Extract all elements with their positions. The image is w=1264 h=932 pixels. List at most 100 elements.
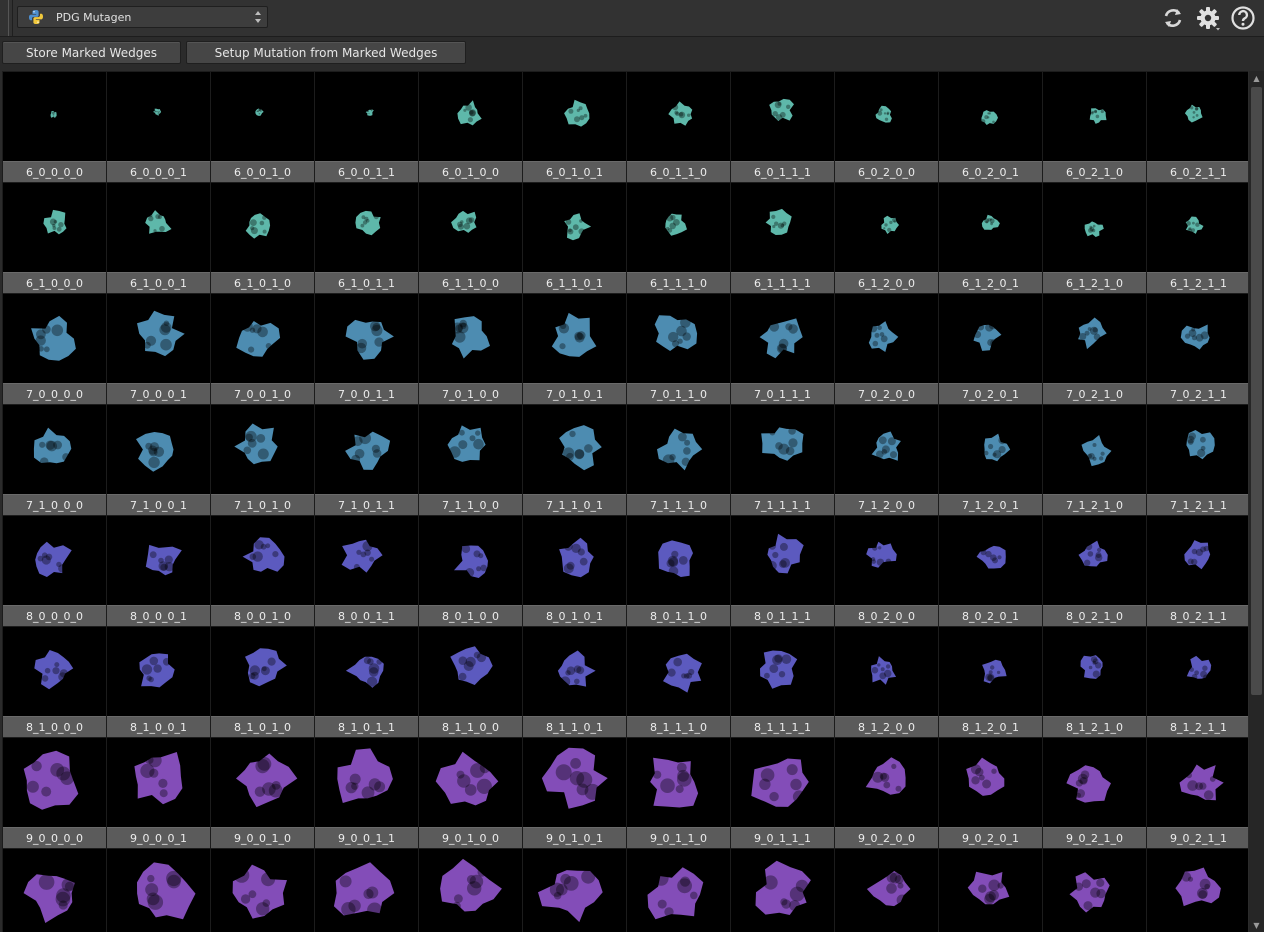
wedge-cell[interactable]: 6_1_1_1_0 bbox=[627, 183, 730, 293]
wedge-cell[interactable]: 7_1_2_1_1 bbox=[1147, 405, 1248, 515]
wedge-cell[interactable]: 8_0_1_1_0 bbox=[627, 516, 730, 626]
wedge-cell[interactable]: 7_0_0_0_0 bbox=[3, 294, 106, 404]
wedge-cell[interactable]: 7_0_1_1_1 bbox=[731, 294, 834, 404]
wedge-cell[interactable]: 8_0_1_0_0 bbox=[419, 516, 522, 626]
wedge-cell[interactable]: 8_1_2_1_1 bbox=[1147, 627, 1248, 737]
wedge-cell[interactable]: 7_1_1_0_0 bbox=[419, 405, 522, 515]
wedge-cell[interactable]: 9_0_2_1_0 bbox=[1043, 738, 1146, 848]
wedge-cell[interactable]: 7_0_1_0_1 bbox=[523, 294, 626, 404]
wedge-cell[interactable]: 9_0_1_0_1 bbox=[523, 738, 626, 848]
wedge-cell[interactable]: 9_0_0_1_1 bbox=[315, 738, 418, 848]
wedge-cell[interactable]: 9_1_2_0_0 bbox=[835, 849, 938, 932]
wedge-cell[interactable]: 9_1_1_1_0 bbox=[627, 849, 730, 932]
wedge-cell[interactable]: 6_0_2_0_0 bbox=[835, 72, 938, 182]
wedge-cell[interactable]: 6_0_0_1_0 bbox=[211, 72, 314, 182]
wedge-cell[interactable]: 7_1_1_0_1 bbox=[523, 405, 626, 515]
wedge-cell[interactable]: 6_1_2_0_0 bbox=[835, 183, 938, 293]
pane-grip[interactable] bbox=[8, 0, 13, 36]
wedge-cell[interactable]: 6_1_1_0_1 bbox=[523, 183, 626, 293]
wedge-cell[interactable]: 9_1_0_0_0 bbox=[3, 849, 106, 932]
wedge-cell[interactable]: 8_0_1_1_1 bbox=[731, 516, 834, 626]
scroll-down-arrow-icon[interactable]: ▼ bbox=[1249, 918, 1264, 932]
wedge-cell[interactable]: 8_0_0_1_0 bbox=[211, 516, 314, 626]
wedge-cell[interactable]: 8_0_2_0_1 bbox=[939, 516, 1042, 626]
wedge-cell[interactable]: 7_0_2_0_0 bbox=[835, 294, 938, 404]
wedge-cell[interactable]: 6_0_1_0_0 bbox=[419, 72, 522, 182]
wedge-cell[interactable]: 7_1_0_1_0 bbox=[211, 405, 314, 515]
wedge-cell[interactable]: 6_1_1_1_1 bbox=[731, 183, 834, 293]
wedge-cell[interactable]: 6_0_2_1_0 bbox=[1043, 72, 1146, 182]
wedge-cell[interactable]: 9_0_0_0_0 bbox=[3, 738, 106, 848]
wedge-cell[interactable]: 6_1_0_1_0 bbox=[211, 183, 314, 293]
wedge-cell[interactable]: 8_1_0_0_0 bbox=[3, 627, 106, 737]
wedge-cell[interactable]: 6_0_1_0_1 bbox=[523, 72, 626, 182]
scroll-thumb[interactable] bbox=[1251, 87, 1262, 695]
wedge-cell[interactable]: 9_0_2_0_1 bbox=[939, 738, 1042, 848]
wedge-gallery[interactable]: 6_0_0_0_0 6_0_0_0_1 6_0_0_1_0 6_0_0_1_1 6_0_… bbox=[2, 71, 1248, 932]
wedge-cell[interactable]: 6_1_2_1_0 bbox=[1043, 183, 1146, 293]
wedge-cell[interactable]: 9_1_0_0_1 bbox=[107, 849, 210, 932]
scroll-up-arrow-icon[interactable]: ▲ bbox=[1249, 71, 1264, 85]
gear-icon[interactable] bbox=[1195, 5, 1221, 31]
wedge-cell[interactable]: 8_1_0_0_1 bbox=[107, 627, 210, 737]
refresh-icon[interactable] bbox=[1160, 5, 1186, 31]
wedge-cell[interactable]: 7_0_2_0_1 bbox=[939, 294, 1042, 404]
wedge-cell[interactable]: 6_0_0_1_1 bbox=[315, 72, 418, 182]
store-marked-wedges-button[interactable]: Store Marked Wedges bbox=[2, 41, 181, 64]
wedge-cell[interactable]: 6_0_1_1_1 bbox=[731, 72, 834, 182]
wedge-cell[interactable]: 7_0_2_1_1 bbox=[1147, 294, 1248, 404]
wedge-cell[interactable]: 8_0_2_1_0 bbox=[1043, 516, 1146, 626]
wedge-cell[interactable]: 9_0_1_1_1 bbox=[731, 738, 834, 848]
wedge-cell[interactable]: 7_1_0_0_0 bbox=[3, 405, 106, 515]
help-icon[interactable] bbox=[1230, 5, 1256, 31]
wedge-cell[interactable]: 9_0_0_0_1 bbox=[107, 738, 210, 848]
wedge-cell[interactable]: 7_1_0_0_1 bbox=[107, 405, 210, 515]
wedge-cell[interactable]: 9_1_1_0_1 bbox=[523, 849, 626, 932]
wedge-cell[interactable]: 9_0_1_0_0 bbox=[419, 738, 522, 848]
wedge-cell[interactable]: 8_1_0_1_1 bbox=[315, 627, 418, 737]
wedge-cell[interactable]: 7_0_2_1_0 bbox=[1043, 294, 1146, 404]
wedge-cell[interactable]: 6_1_1_0_0 bbox=[419, 183, 522, 293]
wedge-cell[interactable]: 7_1_1_1_1 bbox=[731, 405, 834, 515]
wedge-cell[interactable]: 9_0_1_1_0 bbox=[627, 738, 730, 848]
wedge-cell[interactable]: 6_0_2_1_1 bbox=[1147, 72, 1248, 182]
wedge-cell[interactable]: 6_0_2_0_1 bbox=[939, 72, 1042, 182]
wedge-cell[interactable]: 9_0_2_0_0 bbox=[835, 738, 938, 848]
wedge-cell[interactable]: 7_1_2_1_0 bbox=[1043, 405, 1146, 515]
node-type-select[interactable]: PDG Mutagen bbox=[17, 6, 268, 28]
wedge-cell[interactable]: 9_1_1_1_1 bbox=[731, 849, 834, 932]
wedge-cell[interactable]: 8_0_0_1_1 bbox=[315, 516, 418, 626]
wedge-cell[interactable]: 7_0_0_1_1 bbox=[315, 294, 418, 404]
wedge-cell[interactable]: 7_0_0_0_1 bbox=[107, 294, 210, 404]
wedge-cell[interactable]: 9_0_2_1_1 bbox=[1147, 738, 1248, 848]
wedge-cell[interactable]: 6_0_1_1_0 bbox=[627, 72, 730, 182]
wedge-cell[interactable]: 6_1_0_0_1 bbox=[107, 183, 210, 293]
wedge-cell[interactable]: 6_1_0_1_1 bbox=[315, 183, 418, 293]
wedge-cell[interactable]: 8_1_1_1_1 bbox=[731, 627, 834, 737]
wedge-cell[interactable]: 8_1_1_0_0 bbox=[419, 627, 522, 737]
wedge-cell[interactable]: 7_0_0_1_0 bbox=[211, 294, 314, 404]
wedge-cell[interactable]: 6_0_0_0_0 bbox=[3, 72, 106, 182]
wedge-cell[interactable]: 8_1_2_0_0 bbox=[835, 627, 938, 737]
gallery-scrollbar[interactable]: ▲ ▼ bbox=[1249, 71, 1264, 932]
wedge-cell[interactable]: 7_1_0_1_1 bbox=[315, 405, 418, 515]
wedge-cell[interactable]: 9_1_1_0_0 bbox=[419, 849, 522, 932]
wedge-cell[interactable]: 6_1_0_0_0 bbox=[3, 183, 106, 293]
wedge-cell[interactable]: 8_1_0_1_0 bbox=[211, 627, 314, 737]
wedge-cell[interactable]: 8_1_2_0_1 bbox=[939, 627, 1042, 737]
wedge-cell[interactable]: 8_1_2_1_0 bbox=[1043, 627, 1146, 737]
wedge-cell[interactable]: 7_0_1_0_0 bbox=[419, 294, 522, 404]
wedge-cell[interactable]: 9_1_2_1_1 bbox=[1147, 849, 1248, 932]
wedge-cell[interactable]: 9_1_0_1_0 bbox=[211, 849, 314, 932]
wedge-cell[interactable]: 8_0_0_0_1 bbox=[107, 516, 210, 626]
wedge-cell[interactable]: 8_0_2_1_1 bbox=[1147, 516, 1248, 626]
wedge-cell[interactable]: 9_1_2_0_1 bbox=[939, 849, 1042, 932]
wedge-cell[interactable]: 7_0_1_1_0 bbox=[627, 294, 730, 404]
wedge-cell[interactable]: 9_1_2_1_0 bbox=[1043, 849, 1146, 932]
wedge-cell[interactable]: 6_1_2_0_1 bbox=[939, 183, 1042, 293]
wedge-cell[interactable]: 7_1_1_1_0 bbox=[627, 405, 730, 515]
wedge-cell[interactable]: 8_0_1_0_1 bbox=[523, 516, 626, 626]
wedge-cell[interactable]: 8_0_2_0_0 bbox=[835, 516, 938, 626]
wedge-cell[interactable]: 7_1_2_0_1 bbox=[939, 405, 1042, 515]
wedge-cell[interactable]: 6_0_0_0_1 bbox=[107, 72, 210, 182]
